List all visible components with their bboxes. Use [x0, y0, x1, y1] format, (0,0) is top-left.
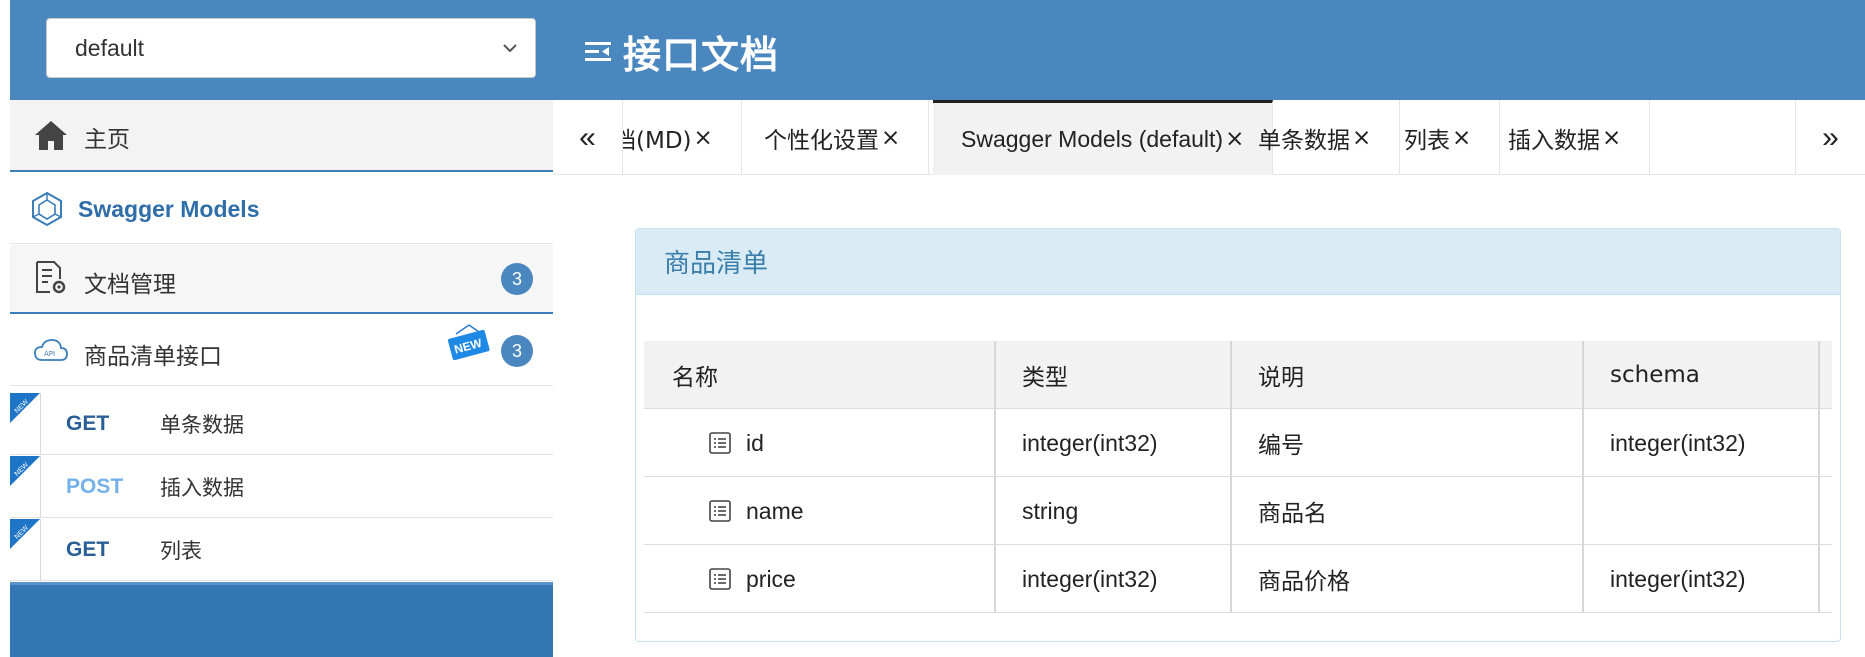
- chevron-down-icon: [503, 44, 517, 53]
- tab-scroll-left-button[interactable]: «: [553, 100, 623, 175]
- top-header: default 接口文档: [10, 0, 1865, 100]
- http-method-label: GET: [66, 411, 110, 435]
- table-row: id integer(int32) 编号 integer(int32): [644, 409, 1832, 477]
- tab-close-icon[interactable]: ×: [1452, 125, 1471, 151]
- model-title: 商品清单: [636, 229, 1840, 295]
- tab-close-icon[interactable]: ×: [881, 125, 900, 151]
- tab-label: 单条数据: [1258, 127, 1350, 154]
- table-row: name string 商品名: [644, 477, 1832, 545]
- svg-text:API: API: [44, 350, 55, 358]
- sidebar-item-product-api[interactable]: API 商品清单接口 NEW 3: [10, 316, 553, 386]
- sidebar: 主页 Swagger Models 文档管理 3 API 商品清单接口 NEW …: [10, 100, 553, 657]
- column-header: 名称: [644, 341, 996, 409]
- tab-markdown-doc[interactable]: 档(MD) ×: [623, 100, 742, 175]
- cloud-api-icon: API: [34, 339, 68, 361]
- count-badge: 3: [501, 335, 533, 367]
- tab-single-data[interactable]: 单条数据 ×: [1230, 100, 1401, 175]
- property-name: name: [746, 497, 804, 524]
- tab-label: Swagger Models (default): [961, 125, 1224, 152]
- model-panel: 商品清单 名称 类型 说明 schema id integer(int32) 编…: [635, 228, 1841, 642]
- property-description: 商品名: [1232, 477, 1584, 545]
- group-select[interactable]: default: [46, 18, 536, 78]
- property-schema: integer(int32): [1584, 409, 1820, 477]
- sidebar-item-swagger-models[interactable]: Swagger Models: [10, 174, 553, 244]
- http-method-label: POST: [66, 474, 124, 498]
- page-title: 接口文档: [623, 33, 780, 77]
- tab-label: 列表: [1404, 127, 1450, 154]
- operation-name: 插入数据: [160, 475, 244, 500]
- column-header: 说明: [1232, 341, 1584, 409]
- tab-insert-data[interactable]: 插入数据 ×: [1480, 100, 1651, 175]
- sidebar-footer: [10, 582, 553, 657]
- operation-name: 列表: [160, 538, 202, 563]
- tab-label: 档(MD): [623, 127, 692, 154]
- models-icon: [32, 191, 62, 227]
- property-list-icon: [709, 568, 731, 590]
- tab-swagger-models[interactable]: Swagger Models (default) ×: [933, 100, 1274, 175]
- group-select-value: default: [75, 34, 145, 61]
- home-icon: [35, 121, 67, 150]
- property-name: price: [746, 565, 796, 592]
- divider: [40, 393, 41, 455]
- property-name-cell: price: [644, 545, 996, 613]
- menu-fold-icon[interactable]: [583, 37, 615, 67]
- tab-strip: 档(MD) × 个性化设置 × Swagger Models (default) × …: [623, 100, 1794, 175]
- tab-close-icon[interactable]: ×: [1352, 125, 1371, 151]
- property-list-icon: [709, 500, 731, 522]
- tab-scroll-right-button[interactable]: »: [1795, 100, 1865, 175]
- divider: [40, 456, 41, 518]
- operation-name: 单条数据: [160, 412, 244, 437]
- sidebar-operation-item[interactable]: NEW GET 列表: [10, 519, 553, 581]
- sidebar-item-label: Swagger Models: [78, 196, 260, 222]
- count-badge: 3: [501, 263, 533, 295]
- column-header: schema: [1584, 341, 1820, 409]
- property-schema: integer(int32): [1584, 545, 1820, 613]
- property-type: integer(int32): [996, 545, 1232, 613]
- doc-settings-icon: [36, 261, 66, 294]
- tab-personal-settings[interactable]: 个性化设置 ×: [736, 100, 930, 175]
- property-name: id: [746, 429, 764, 456]
- property-type: string: [996, 477, 1232, 545]
- new-corner-icon: NEW: [10, 393, 40, 423]
- property-type: integer(int32): [996, 409, 1232, 477]
- sidebar-item-label: 主页: [84, 127, 130, 153]
- app-root: default 接口文档 主页 Swagger Models 文档管理 3 AP…: [0, 0, 1865, 657]
- model-properties-table: 名称 类型 说明 schema id integer(int32) 编号 int…: [644, 341, 1832, 613]
- new-corner-icon: NEW: [10, 519, 40, 549]
- property-description: 商品价格: [1232, 545, 1584, 613]
- property-schema: [1584, 477, 1820, 545]
- column-header: 类型: [996, 341, 1232, 409]
- divider: [40, 519, 41, 581]
- sidebar-item-label: 商品清单接口: [84, 344, 222, 370]
- page-title-wrap: 接口文档: [583, 24, 779, 79]
- tab-label: 插入数据: [1508, 127, 1600, 154]
- table-row: price integer(int32) 商品价格 integer(int32): [644, 545, 1832, 613]
- property-name-cell: name: [644, 477, 996, 545]
- sidebar-operation-item[interactable]: NEW POST 插入数据: [10, 456, 553, 518]
- sidebar-item-home[interactable]: 主页: [10, 100, 553, 172]
- property-list-icon: [709, 432, 731, 454]
- sidebar-item-doc-management[interactable]: 文档管理 3: [10, 245, 553, 314]
- property-name-cell: id: [644, 409, 996, 477]
- tab-close-icon[interactable]: ×: [1602, 125, 1621, 151]
- sidebar-item-label: 文档管理: [84, 272, 176, 298]
- tab-bar: « 档(MD) × 个性化设置 × Swagger Models (default)…: [553, 100, 1865, 175]
- new-corner-icon: NEW: [10, 456, 40, 486]
- sidebar-operation-item[interactable]: NEW GET 单条数据: [10, 393, 553, 455]
- http-method-label: GET: [66, 537, 110, 561]
- table-header-row: 名称 类型 说明 schema: [644, 341, 1832, 409]
- tab-label: 个性化设置: [764, 127, 879, 154]
- tab-close-icon[interactable]: ×: [694, 125, 713, 151]
- property-description: 编号: [1232, 409, 1584, 477]
- new-ribbon-icon: NEW: [447, 324, 490, 360]
